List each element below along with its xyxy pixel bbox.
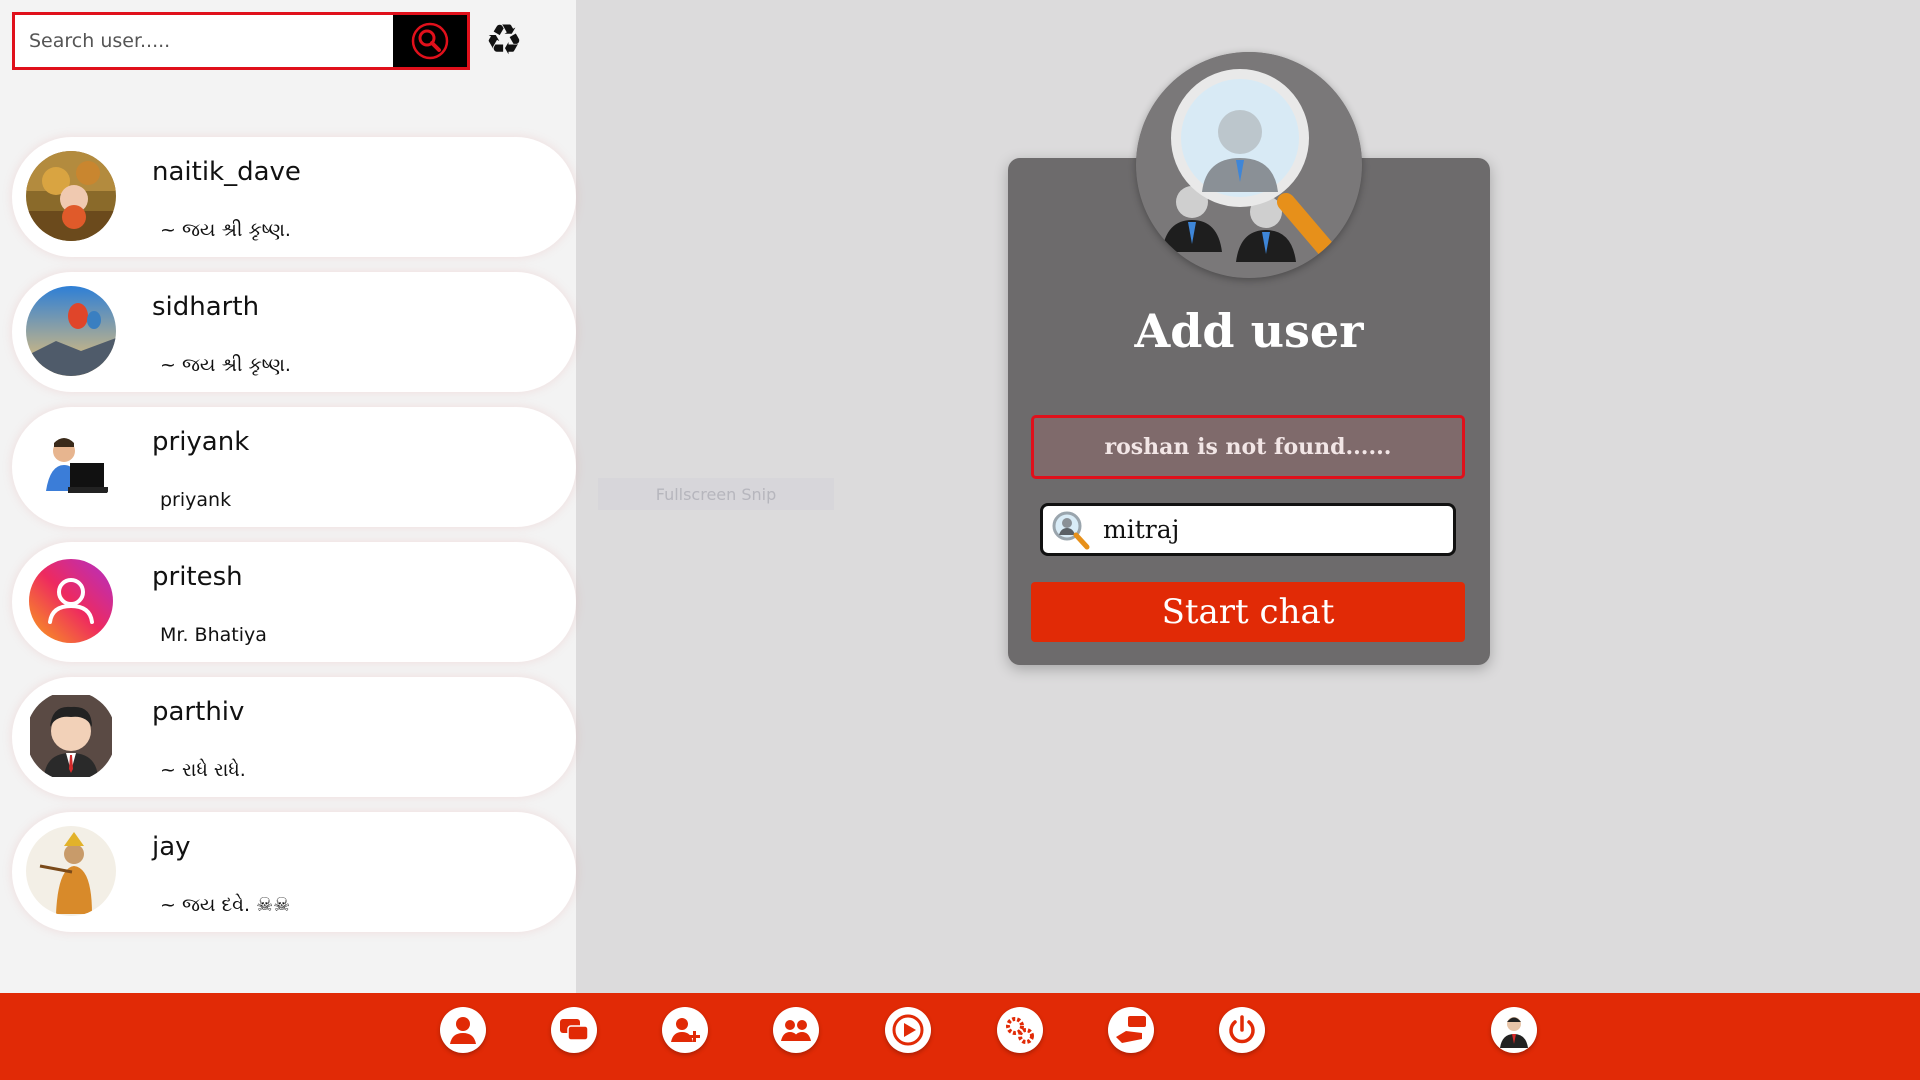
user-name: jay	[152, 832, 191, 862]
avatar	[26, 421, 116, 511]
avatar	[26, 826, 116, 916]
user-name: pritesh	[152, 562, 243, 592]
user-list: naitik_dave ~ જય શ્રી કૃષ્ણ. sidharth ~ …	[12, 137, 576, 947]
chats-icon[interactable]	[551, 1007, 597, 1053]
settings-icon[interactable]	[997, 1007, 1043, 1053]
user-item-priyank[interactable]: priyank priyank	[12, 407, 576, 527]
user-item-sidharth[interactable]: sidharth ~ જય શ્રી કૃષ્ણ.	[12, 272, 576, 392]
modal-title: Add user	[1134, 304, 1364, 358]
account-avatar[interactable]	[1491, 1007, 1537, 1053]
user-item-parthiv[interactable]: parthiv ~ રાધે રાધે.	[12, 677, 576, 797]
user-item-jay[interactable]: jay ~ જય દવે. ☠☠	[12, 812, 576, 932]
start-chat-button[interactable]: Start chat	[1031, 582, 1465, 642]
user-name: parthiv	[152, 697, 245, 727]
user-name: naitik_dave	[152, 157, 301, 187]
avatar	[26, 151, 116, 241]
sidebar: ♻ naitik_dave ~ જય શ્રી કૃષ્ણ.	[0, 0, 576, 993]
user-name: priyank	[152, 427, 250, 457]
profile-icon[interactable]	[440, 1007, 486, 1053]
avatar	[26, 691, 116, 781]
search-icon	[411, 22, 449, 60]
add-user-icon[interactable]	[662, 1007, 708, 1053]
group-icon[interactable]	[773, 1007, 819, 1053]
search-input[interactable]	[15, 15, 393, 67]
search-button[interactable]	[393, 15, 467, 67]
user-status: priyank	[160, 489, 232, 511]
feedback-icon[interactable]	[1108, 1007, 1154, 1053]
user-name: sidharth	[152, 292, 260, 322]
user-status: ~ જય શ્રી કૃષ્ણ.	[160, 219, 291, 241]
username-field	[1040, 503, 1456, 556]
avatar	[26, 286, 116, 376]
power-icon[interactable]	[1219, 1007, 1265, 1053]
user-status: ~ જય શ્રી કૃષ્ણ.	[160, 354, 291, 376]
find-user-icon	[1136, 52, 1362, 278]
video-icon[interactable]	[885, 1007, 931, 1053]
user-item-pritesh[interactable]: pritesh Mr. Bhatiya	[12, 542, 576, 662]
user-status: ~ જય દવે. ☠☠	[160, 894, 291, 916]
user-item-naitik-dave[interactable]: naitik_dave ~ જય શ્રી કૃષ્ણ.	[12, 137, 576, 257]
username-input[interactable]	[1091, 514, 1453, 545]
user-search-icon	[1052, 511, 1090, 549]
error-message: roshan is not found......	[1031, 415, 1465, 479]
user-status: Mr. Bhatiya	[160, 624, 267, 646]
recycle-icon[interactable]: ♻	[482, 18, 526, 62]
search-box	[12, 12, 470, 70]
bottom-nav	[0, 993, 1920, 1080]
fullscreen-snip-overlay: Fullscreen Snip	[598, 478, 834, 510]
user-status: ~ રાધે રાધે.	[160, 759, 246, 781]
avatar	[26, 556, 116, 646]
